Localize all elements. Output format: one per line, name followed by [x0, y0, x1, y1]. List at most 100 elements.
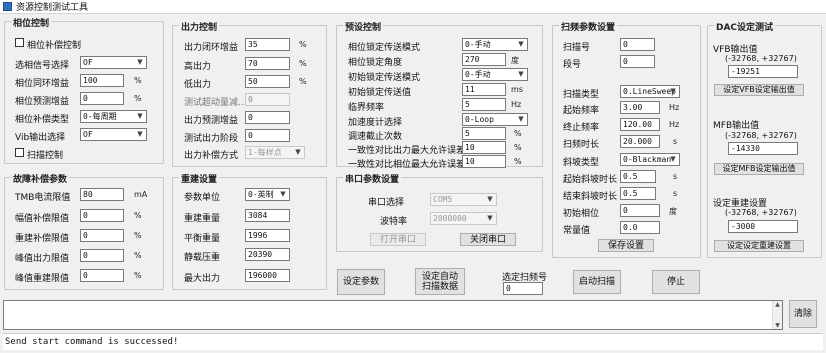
phase-max-error-input[interactable]: 10	[462, 155, 506, 168]
scroll-down-icon[interactable]: ▼	[773, 322, 782, 329]
peak-output-limit-input[interactable]: 0	[80, 249, 124, 262]
scan-control-checkbox[interactable]	[15, 148, 24, 157]
param-unit-combo[interactable]: 0-英制 ▼	[245, 188, 290, 201]
preset-row-4-label: 临界频率	[348, 103, 385, 113]
balance-weight-input[interactable]: 1996	[245, 229, 290, 242]
scroll-up-icon[interactable]: ▲	[773, 301, 782, 308]
vfb-value-input[interactable]: -19251	[728, 65, 798, 78]
high-output-unit: %	[299, 59, 307, 68]
status-text: Send start command is successed!	[3, 333, 823, 350]
ramp-type-combo[interactable]: 0-Blackman ▼	[620, 153, 680, 166]
preset-control-title: 预设控制	[343, 20, 384, 33]
accelerometer-combo[interactable]: 0-Loop ▼	[462, 113, 528, 126]
sweep-duration-input[interactable]: 20.000	[620, 135, 660, 148]
sweep-row-5-label: 扫频时长	[563, 140, 600, 150]
output-predict-gain-input[interactable]: 0	[245, 111, 290, 124]
end-ramp-unit: s	[673, 189, 678, 198]
max-output-input[interactable]: 196000	[245, 269, 290, 282]
end-freq-input[interactable]: 120.00	[620, 118, 660, 131]
high-output-input[interactable]: 70	[245, 57, 290, 70]
stop-button[interactable]: 停止	[652, 270, 700, 294]
open-serial-button[interactable]: 打开串口	[370, 233, 426, 246]
start-freq-unit: Hz	[669, 103, 680, 112]
close-serial-button[interactable]: 关闭串口	[460, 233, 516, 246]
output-loop-gain-input[interactable]: 35	[245, 38, 290, 51]
test-output-stage-input[interactable]: 0	[245, 129, 290, 142]
baud-rate-combo[interactable]: 2000000 ▼	[430, 212, 497, 225]
phase-lock-angle-input[interactable]: 270	[462, 53, 506, 66]
set-mfb-button[interactable]: 设定MFB设定输出值	[714, 163, 804, 175]
rebuild-setting-input[interactable]: -3000	[728, 220, 798, 233]
serial-port-combo[interactable]: COM5 ▼	[430, 193, 497, 206]
tmb-current-input[interactable]: 80	[80, 188, 124, 201]
speed-cutoff-input[interactable]: 5	[462, 127, 506, 140]
app-icon	[3, 2, 12, 11]
set-rebuild-button[interactable]: 设定设定重建设置	[714, 240, 804, 252]
phase-loop-gain-input[interactable]: 100	[80, 74, 124, 87]
rebuild-row-3-label: 静载压重	[184, 253, 221, 263]
sweep-row-8-label: 结束斜坡时长	[563, 192, 618, 202]
chevron-down-icon: ▼	[487, 214, 493, 222]
phase-lock-mode-combo[interactable]: 0-手动 ▼	[462, 38, 528, 51]
output-row-4-label: 出力预测增益	[184, 116, 239, 126]
end-ramp-input[interactable]: 0.5	[620, 187, 656, 200]
output-comp-mode-combo[interactable]: 1-每样点 ▼	[245, 146, 305, 159]
start-freq-input[interactable]: 3.00	[620, 101, 660, 114]
preset-row-0-label: 相位锁定传送模式	[348, 43, 421, 53]
phase-comp-checkbox[interactable]	[15, 38, 24, 47]
low-output-input[interactable]: 50	[245, 75, 290, 88]
init-lock-value-input[interactable]: 11	[462, 83, 506, 96]
initial-phase-input[interactable]: 0	[620, 204, 660, 217]
amp-comp-limit-input[interactable]: 0	[80, 209, 124, 222]
sweep-type-combo[interactable]: 0.LineSweep ▼	[620, 85, 680, 98]
critical-freq-input[interactable]: 5	[462, 98, 506, 111]
phase-row-4-label: Vib输出选择	[15, 133, 66, 143]
sweep-number-input[interactable]: 0	[620, 38, 655, 51]
sweep-row-6-label: 斜坡类型	[563, 158, 600, 168]
static-load-input[interactable]: 20390	[245, 248, 290, 261]
peak-rebuild-limit-input[interactable]: 0	[80, 269, 124, 282]
log-textarea[interactable]: ▲ ▼	[3, 300, 783, 330]
chevron-down-icon: ▼	[137, 58, 143, 66]
mfb-label: MFB输出值	[713, 121, 760, 131]
phase-row-2-label: 相位预测增益	[15, 97, 70, 107]
phase-predict-gain-input[interactable]: 0	[80, 92, 124, 105]
rebuild-comp-limit-input[interactable]: 0	[80, 229, 124, 242]
scan-number-input[interactable]: 0	[503, 282, 543, 295]
peak-rebuild-limit-unit: %	[134, 271, 142, 280]
clear-button[interactable]: 清除	[789, 300, 817, 328]
mfb-value-input[interactable]: -14330	[728, 142, 798, 155]
set-params-button[interactable]: 设定参数	[337, 269, 385, 295]
scan-control-checkbox-label: 扫描控制	[27, 151, 64, 161]
chevron-down-icon: ▼	[137, 130, 143, 138]
constant-value-input[interactable]: 0.0	[620, 221, 660, 234]
start-scan-button[interactable]: 启动扫描	[573, 270, 621, 294]
fault-row-2-label: 重建补偿限值	[15, 234, 70, 244]
rebuild-row-1-label: 重建重量	[184, 214, 221, 224]
start-ramp-unit: s	[673, 172, 678, 181]
chevron-down-icon: ▼	[518, 40, 524, 48]
output-row-3-label: 测试超动量减...	[184, 98, 247, 108]
test-overshoot-input[interactable]: 0	[245, 93, 290, 106]
set-vfb-button[interactable]: 设定VFB设定输出值	[714, 84, 804, 96]
phase-comp-type-combo[interactable]: 0-每周期 ▼	[80, 110, 147, 123]
signal-select-combo[interactable]: OF ▼	[80, 56, 147, 69]
rebuild-weight-input[interactable]: 3084	[245, 209, 290, 222]
peak-output-limit-unit: %	[134, 251, 142, 260]
dac-test-title: DAC设定测试	[714, 20, 776, 33]
initial-phase-unit: 度	[669, 207, 677, 216]
vib-output-combo[interactable]: OF ▼	[80, 128, 147, 141]
phase-row-3-label: 相位补偿类型	[15, 115, 70, 125]
segment-number-input[interactable]: 0	[620, 55, 655, 68]
output-row-1-label: 高出力	[184, 62, 212, 72]
sweep-params-title: 扫频参数设置	[559, 20, 618, 33]
rebuild-row-2-label: 平衡重量	[184, 234, 221, 244]
phase-lock-angle-unit: 度	[511, 56, 519, 65]
save-settings-button[interactable]: 保存设置	[598, 239, 654, 252]
output-loop-gain-unit: %	[299, 40, 307, 49]
output-max-error-input[interactable]: 10	[462, 141, 506, 154]
set-auto-scan-button[interactable]: 设定自动 扫描数据	[415, 268, 465, 295]
log-scrollbar[interactable]: ▲ ▼	[772, 301, 782, 329]
start-ramp-input[interactable]: 0.5	[620, 170, 656, 183]
init-lock-mode-combo[interactable]: 0-手动 ▼	[462, 68, 528, 81]
